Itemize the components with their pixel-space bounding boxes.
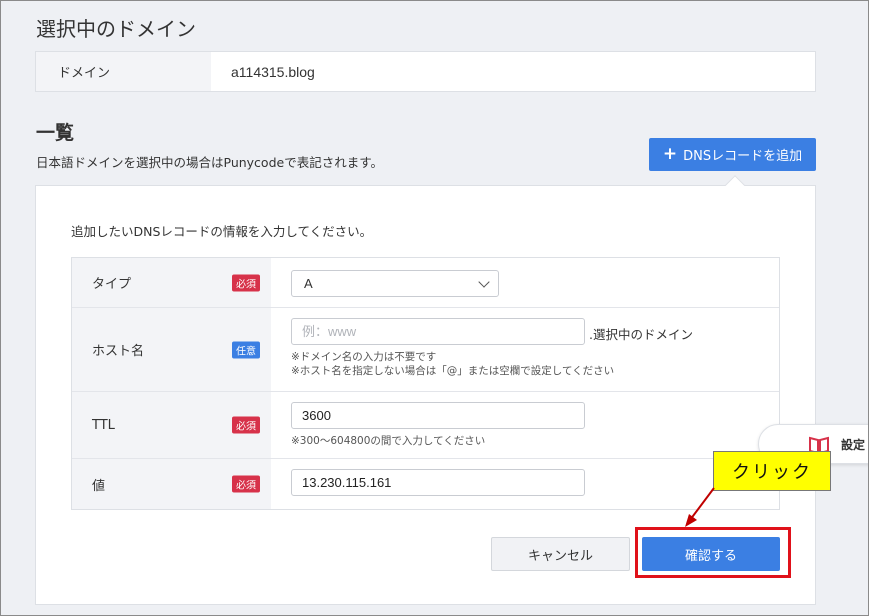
host-row: ホスト名 任意 .選択中のドメイン ※ドメイン名の入力は不要です ※ホスト名を指… xyxy=(72,308,779,392)
confirm-highlight-box xyxy=(635,527,791,578)
type-field-cell: A xyxy=(271,258,779,307)
type-row: タイプ 必須 A xyxy=(72,258,779,308)
host-field-cell: .選択中のドメイン ※ドメイン名の入力は不要です ※ホスト名を指定しない場合は「… xyxy=(271,308,779,391)
side-tab-label: 設定 xyxy=(841,437,866,452)
callout-arrow-icon xyxy=(685,487,715,527)
add-dns-record-label: DNSレコードを追加 xyxy=(683,149,803,164)
value-label-cell: 値 必須 xyxy=(72,459,271,509)
value-label: 値 xyxy=(92,478,106,494)
ttl-field-cell: ※300～604800の間で入力してください xyxy=(271,392,779,458)
list-title: 一覧 xyxy=(36,122,75,144)
host-label: ホスト名 xyxy=(92,344,145,359)
domain-value: a114315.blog xyxy=(231,63,315,80)
add-dns-record-button[interactable]: + DNSレコードを追加 xyxy=(649,138,816,171)
type-selected-value: A xyxy=(304,276,313,291)
ttl-label-cell: TTL 必須 xyxy=(72,392,271,458)
ttl-row: TTL 必須 ※300～604800の間で入力してください xyxy=(72,392,779,459)
chevron-down-icon xyxy=(478,276,490,288)
record-form-table: タイプ 必須 A ホスト名 任意 .選択中のドメイン ※ドメイン名の入力は不要で… xyxy=(71,257,780,510)
host-input[interactable] xyxy=(291,318,585,345)
host-label-cell: ホスト名 任意 xyxy=(72,308,271,391)
selected-domain-box: ドメイン a114315.blog xyxy=(35,51,816,92)
host-suffix: .選択中のドメイン xyxy=(589,327,693,342)
host-hint-2: ※ホスト名を指定しない場合は「@」または空欄で設定してください xyxy=(291,365,615,377)
punycode-note: 日本語ドメインを選択中の場合はPunycodeで表記されます。 xyxy=(36,155,383,170)
value-row: 値 必須 xyxy=(72,459,779,509)
click-callout: クリック xyxy=(713,451,831,491)
section-title: 選択中のドメイン xyxy=(36,17,196,41)
ttl-hint: ※300～604800の間で入力してください xyxy=(291,435,486,447)
cancel-button[interactable]: キャンセル xyxy=(491,537,630,571)
plus-icon: + xyxy=(662,144,678,164)
ttl-input[interactable] xyxy=(291,402,585,429)
form-intro: 追加したいDNSレコードの情報を入力してください。 xyxy=(71,224,373,239)
optional-badge: 任意 xyxy=(232,341,260,358)
host-hint-1: ※ドメイン名の入力は不要です xyxy=(291,351,437,363)
type-label: タイプ xyxy=(92,277,132,292)
required-badge: 必須 xyxy=(232,416,260,434)
ttl-label: TTL xyxy=(92,417,115,433)
required-badge: 必須 xyxy=(232,274,260,291)
required-badge: 必須 xyxy=(232,475,260,493)
value-input[interactable] xyxy=(291,469,585,496)
type-label-cell: タイプ 必須 xyxy=(72,258,271,307)
type-select[interactable]: A xyxy=(291,270,499,297)
domain-label: ドメイン xyxy=(36,52,211,91)
